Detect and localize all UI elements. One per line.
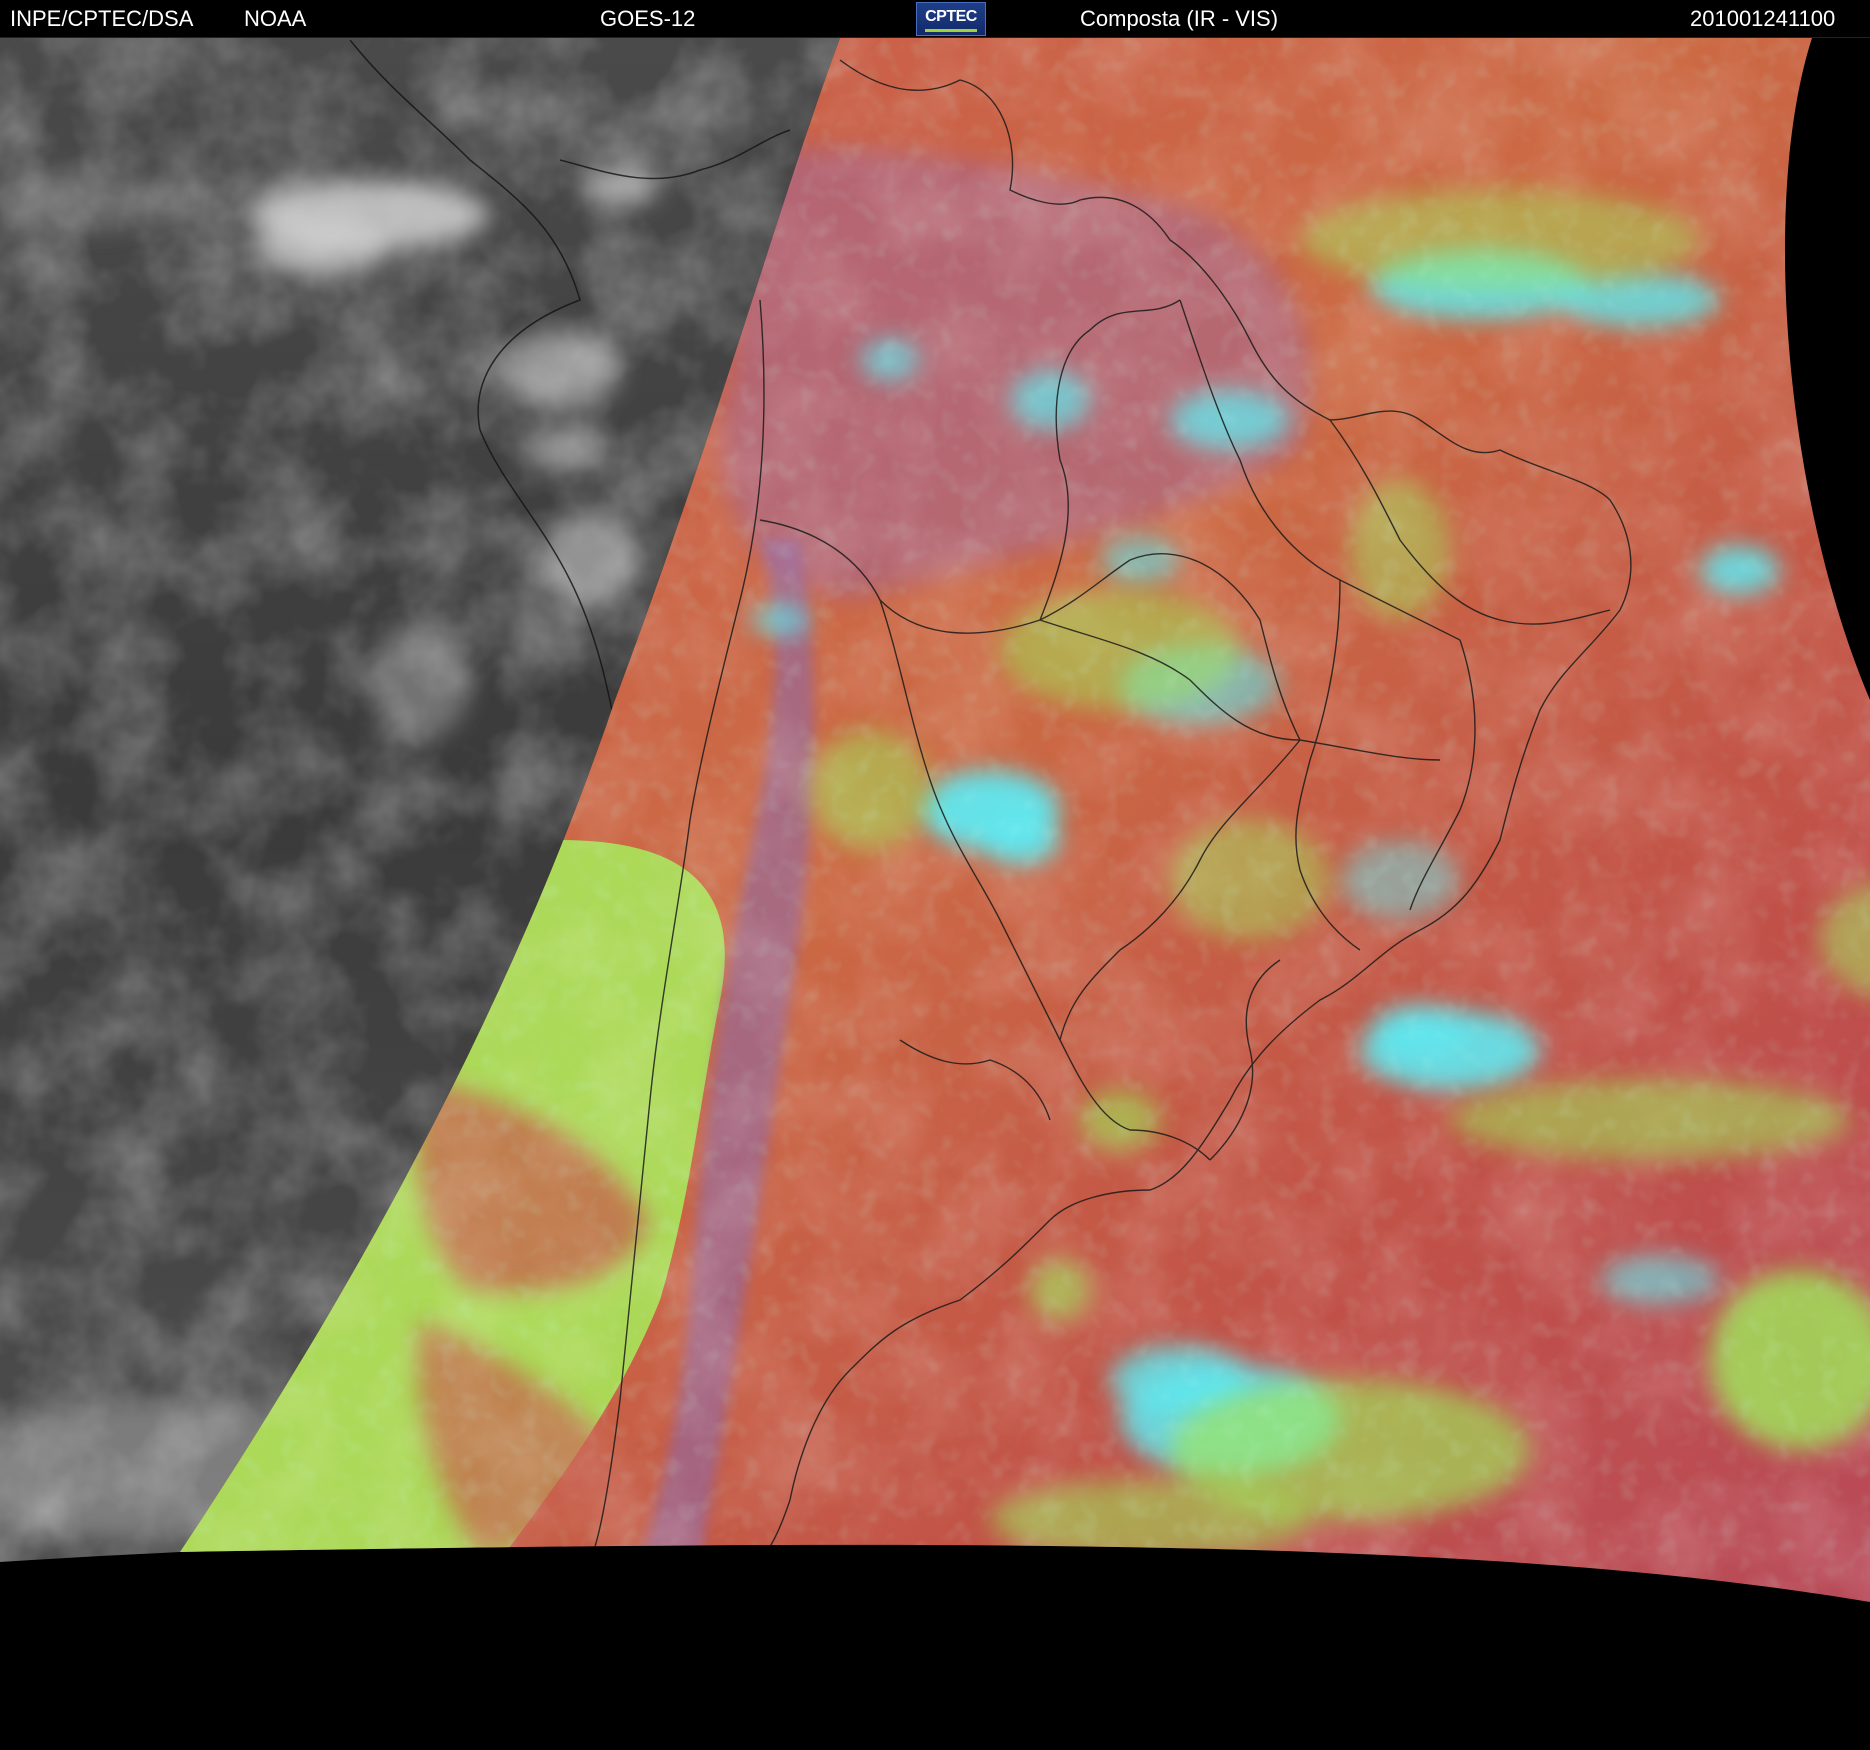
product-label: Composta (IR - VIS)	[1080, 6, 1279, 31]
source-label: NOAA	[244, 6, 307, 31]
satellite-composite-image	[0, 38, 1870, 1750]
satellite-label: GOES-12	[600, 6, 696, 31]
cptec-logo: CPTEC	[916, 2, 986, 36]
agency-label: INPE/CPTEC/DSA	[10, 6, 194, 31]
timestamp-label: 201001241100	[1690, 6, 1836, 31]
header-bar: INPE/CPTEC/DSA NOAA GOES-12 CPTEC Compos…	[0, 0, 1870, 38]
